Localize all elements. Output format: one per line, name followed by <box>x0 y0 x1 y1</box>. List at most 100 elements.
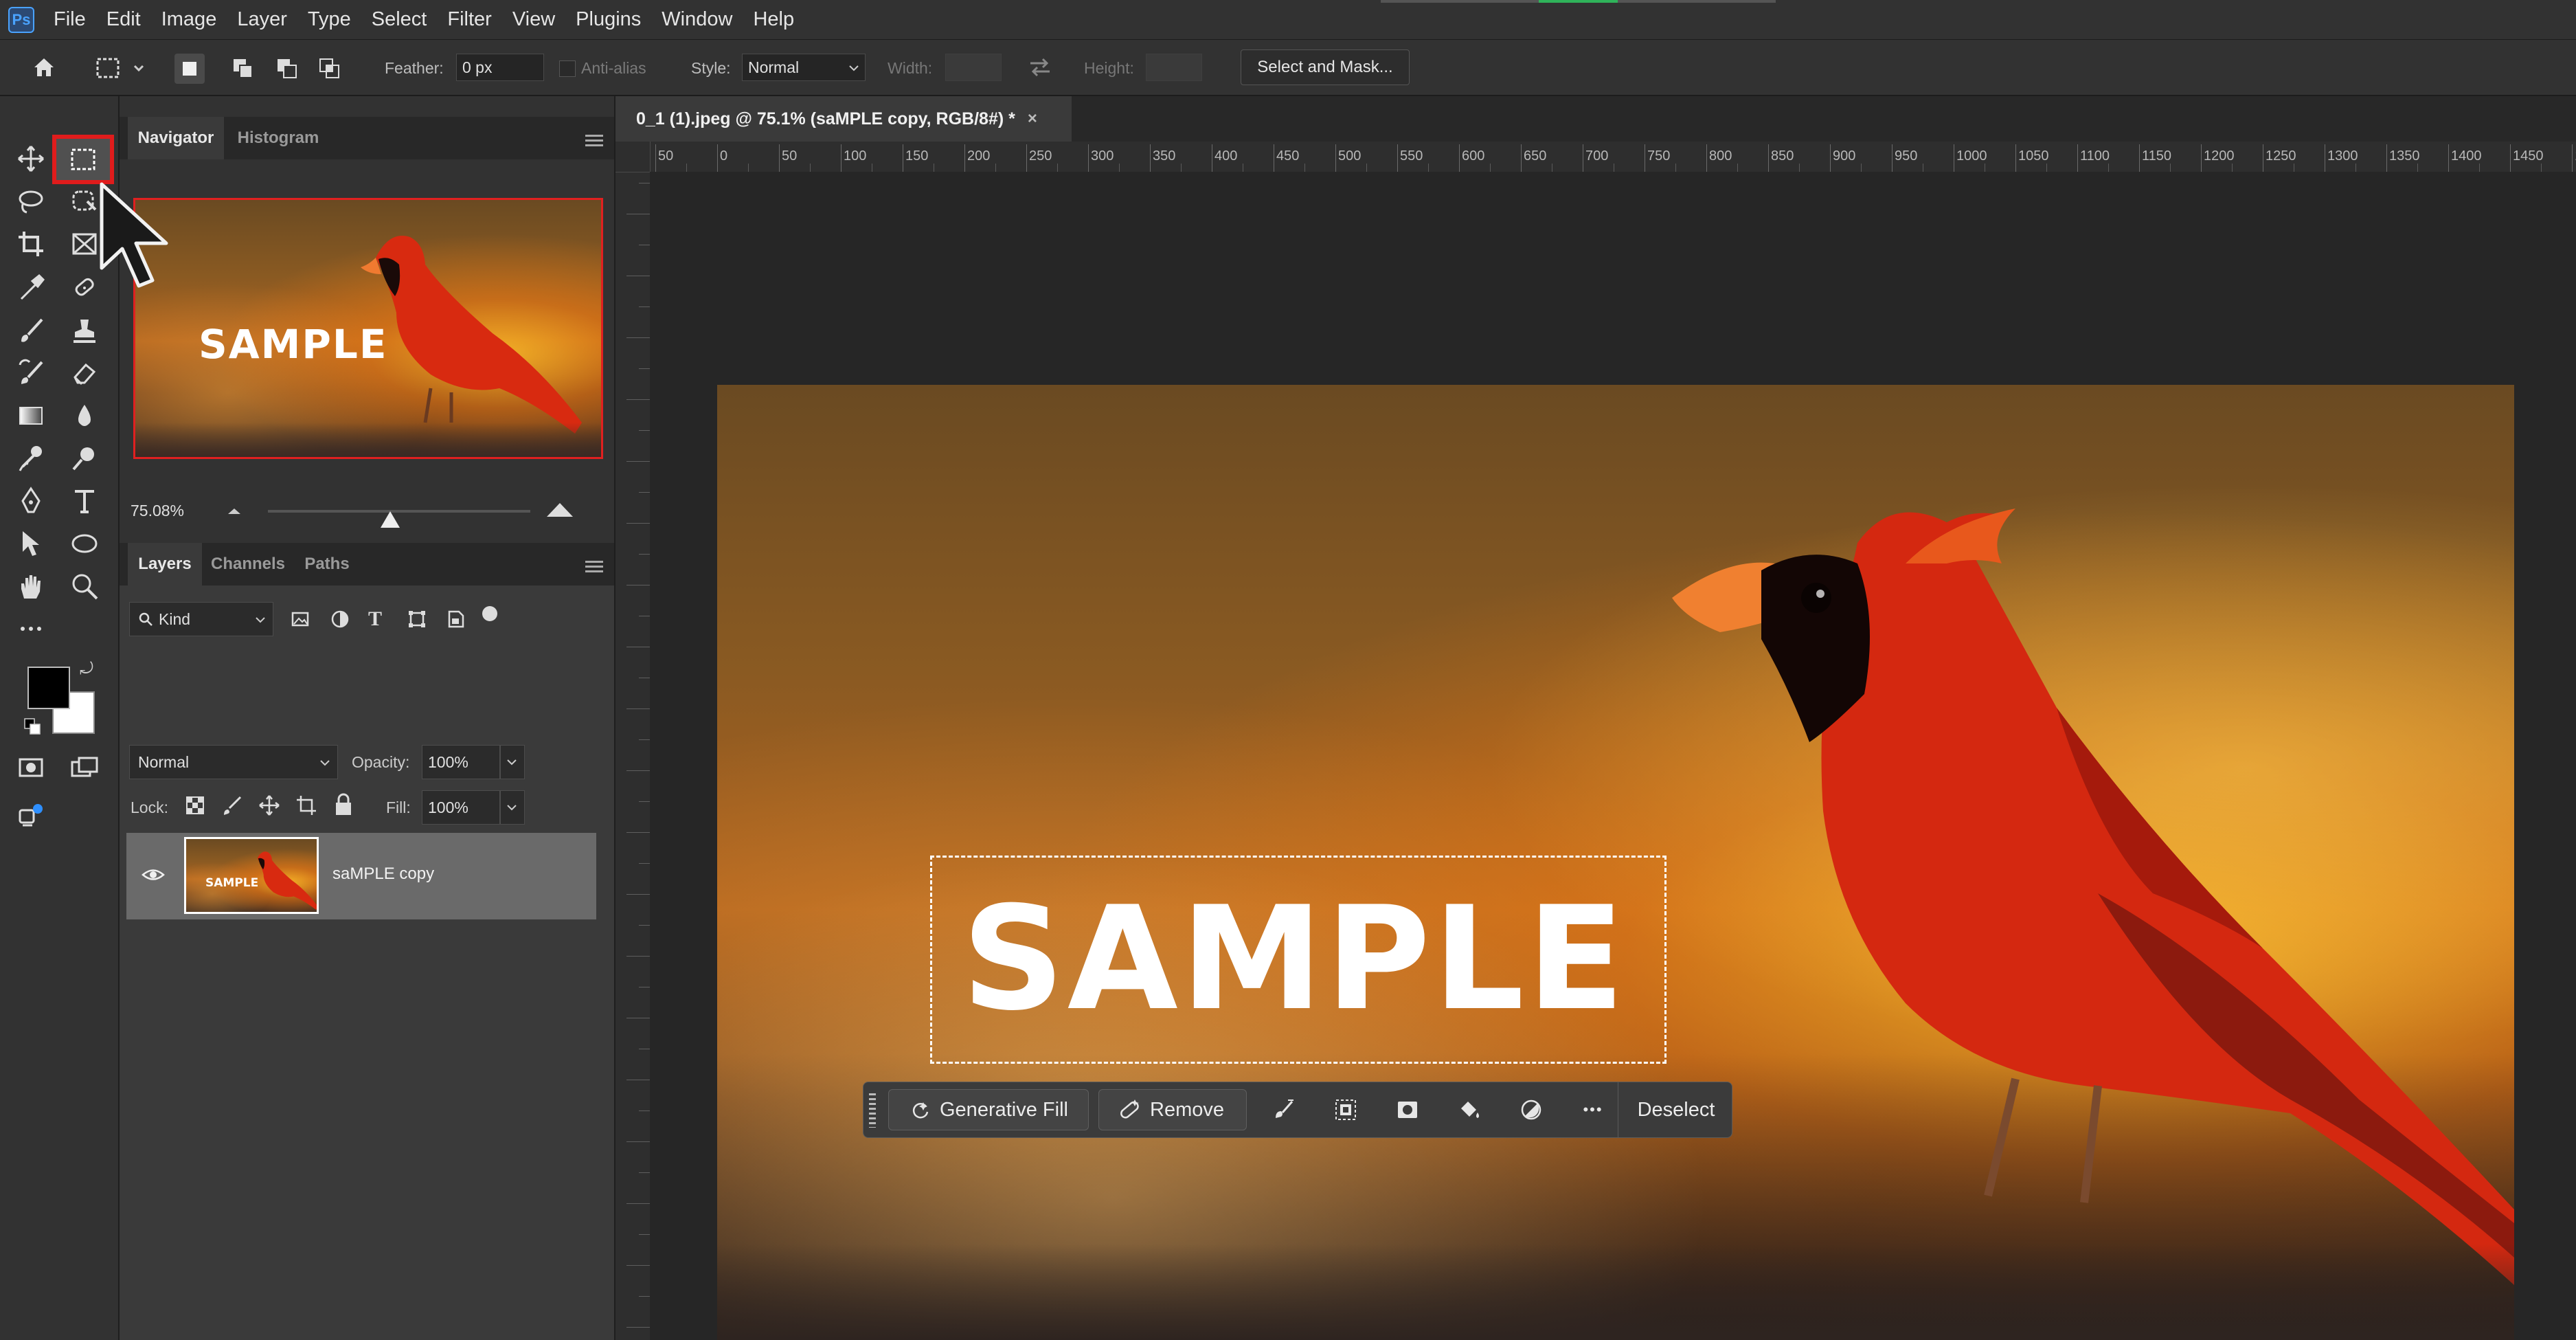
blend-mode-dropdown[interactable]: Normal <box>129 745 338 779</box>
menu-image[interactable]: Image <box>159 8 220 31</box>
create-mask-icon[interactable] <box>1390 1092 1425 1128</box>
navigator-zoom-value[interactable]: 75.08% <box>131 502 184 520</box>
eyedropper-tool-icon[interactable] <box>10 268 52 308</box>
menu-plugins[interactable]: Plugins <box>573 8 644 31</box>
tab-paths[interactable]: Paths <box>293 543 361 585</box>
filter-toggle-icon[interactable] <box>482 606 497 621</box>
deselect-button[interactable]: Deselect <box>1625 1089 1728 1130</box>
ellipse-tool-icon[interactable] <box>63 524 106 563</box>
rectangular-marquee-tool-icon[interactable] <box>52 135 114 184</box>
crop-tool-icon[interactable] <box>10 224 52 264</box>
screen-mode-icon[interactable] <box>63 748 106 788</box>
ruler-origin[interactable] <box>615 142 651 172</box>
tab-histogram[interactable]: Histogram <box>227 117 330 159</box>
invert-selection-icon[interactable] <box>1328 1092 1364 1128</box>
zoom-in-icon[interactable] <box>544 499 576 520</box>
remove-button[interactable]: Remove <box>1098 1089 1247 1130</box>
foreground-color-swatch-front[interactable] <box>27 667 70 709</box>
lock-all-icon[interactable] <box>332 793 354 816</box>
subtract-from-selection-icon[interactable] <box>273 55 301 82</box>
filter-adjustment-layers-icon[interactable] <box>330 609 350 629</box>
menu-select[interactable]: Select <box>369 8 430 31</box>
tab-navigator[interactable]: Navigator <box>128 117 224 159</box>
menu-layer[interactable]: Layer <box>234 8 290 31</box>
fill-dropdown-button[interactable] <box>500 790 525 825</box>
clone-stamp-tool-icon[interactable] <box>63 311 106 350</box>
filter-type-layers-icon[interactable]: T <box>368 607 389 631</box>
tool-preset-picker[interactable] <box>93 55 147 82</box>
layer-thumbnail[interactable]: SAMPLE <box>184 837 319 914</box>
menu-filter[interactable]: Filter <box>444 8 494 31</box>
new-selection-icon[interactable] <box>174 54 205 84</box>
filter-shape-layers-icon[interactable] <box>407 609 427 629</box>
layer-filter-kind-dropdown[interactable]: Kind <box>129 602 273 636</box>
default-colors-icon[interactable] <box>23 717 41 735</box>
more-options-icon[interactable]: ••• <box>1575 1092 1611 1128</box>
layer-visibility-eye-icon[interactable] <box>142 864 165 885</box>
edit-toolbar-icon[interactable] <box>10 796 52 836</box>
navigator-panel-menu-icon[interactable] <box>585 132 603 149</box>
more-tools-icon[interactable] <box>10 609 52 649</box>
lock-artboard-icon[interactable] <box>295 794 317 816</box>
zoom-out-icon[interactable] <box>224 502 245 518</box>
dodge-tool-icon[interactable] <box>10 438 52 478</box>
lock-position-icon[interactable] <box>258 794 280 816</box>
menu-help[interactable]: Help <box>750 8 797 31</box>
height-input[interactable] <box>1146 54 1202 81</box>
home-icon[interactable] <box>30 54 58 81</box>
modify-selection-icon[interactable] <box>1266 1092 1302 1128</box>
layers-tab-strip: Layers Channels Paths <box>120 543 614 585</box>
menu-window[interactable]: Window <box>659 8 735 31</box>
fill-input[interactable]: 100% <box>422 790 500 825</box>
history-brush-icon[interactable] <box>10 353 52 393</box>
burn-tool-icon[interactable] <box>63 438 106 478</box>
zoom-tool-icon[interactable] <box>63 566 106 606</box>
generative-fill-button[interactable]: Generative Fill <box>888 1089 1089 1130</box>
vertical-ruler[interactable] <box>615 142 651 1340</box>
move-tool-icon[interactable] <box>10 139 52 179</box>
close-document-icon[interactable]: × <box>1028 109 1037 129</box>
opacity-input[interactable]: 100% <box>422 745 500 779</box>
swap-width-height-icon[interactable] <box>1026 54 1054 81</box>
quick-mask-icon[interactable] <box>10 748 52 788</box>
menu-file[interactable]: File <box>51 8 89 31</box>
zoom-slider-handle[interactable] <box>381 511 400 528</box>
type-tool-icon[interactable] <box>63 481 106 521</box>
menu-view[interactable]: View <box>510 8 558 31</box>
gradient-tool-icon[interactable] <box>10 396 52 436</box>
eraser-tool-icon[interactable] <box>63 353 106 393</box>
filter-smart-objects-icon[interactable] <box>445 609 466 629</box>
layer-row-sample-copy[interactable]: SAMPLE saMPLE copy <box>126 833 596 919</box>
anti-alias-checkbox[interactable] <box>559 60 576 77</box>
feather-input[interactable]: 0 px <box>456 54 544 81</box>
path-selection-tool-icon[interactable] <box>10 524 52 563</box>
width-input[interactable] <box>945 54 1002 81</box>
brush-tool-icon[interactable] <box>10 311 52 350</box>
select-and-mask-button[interactable]: Select and Mask... <box>1241 49 1410 85</box>
opacity-dropdown-button[interactable] <box>500 745 525 779</box>
taskbar-drag-handle[interactable] <box>869 1093 876 1128</box>
lock-transparent-pixels-icon[interactable] <box>184 794 206 816</box>
hand-tool-icon[interactable] <box>10 566 52 606</box>
horizontal-ruler[interactable]: 50 0 50 100 150 200 250 300 350 400 450 500 550 600 65… <box>650 142 2576 172</box>
swap-colors-icon[interactable]: ⤾ <box>80 660 93 679</box>
intersect-selection-icon[interactable] <box>316 55 343 82</box>
layer-name[interactable]: saMPLE copy <box>332 864 434 884</box>
fill-selection-icon[interactable] <box>1451 1092 1487 1128</box>
menu-edit[interactable]: Edit <box>104 8 144 31</box>
tab-layers[interactable]: Layers <box>128 543 202 585</box>
menu-type[interactable]: Type <box>305 8 354 31</box>
lasso-tool-icon[interactable] <box>10 181 52 221</box>
add-to-selection-icon[interactable] <box>229 55 257 82</box>
pen-tool-icon[interactable] <box>10 481 52 521</box>
filter-pixel-layers-icon[interactable] <box>290 609 310 629</box>
adjustment-layer-icon[interactable] <box>1513 1092 1549 1128</box>
navigator-preview[interactable]: SAMPLE <box>133 198 603 459</box>
document-tab[interactable]: 0_1 (1).jpeg @ 75.1% (saMPLE copy, RGB/8… <box>615 96 1072 142</box>
layers-panel-menu-icon[interactable] <box>585 558 603 575</box>
tab-channels[interactable]: Channels <box>205 543 291 585</box>
style-dropdown[interactable]: Normal <box>742 54 866 81</box>
lock-image-pixels-icon[interactable] <box>221 794 243 816</box>
blur-tool-icon[interactable] <box>63 396 106 436</box>
marquee-selection[interactable] <box>930 856 1667 1064</box>
